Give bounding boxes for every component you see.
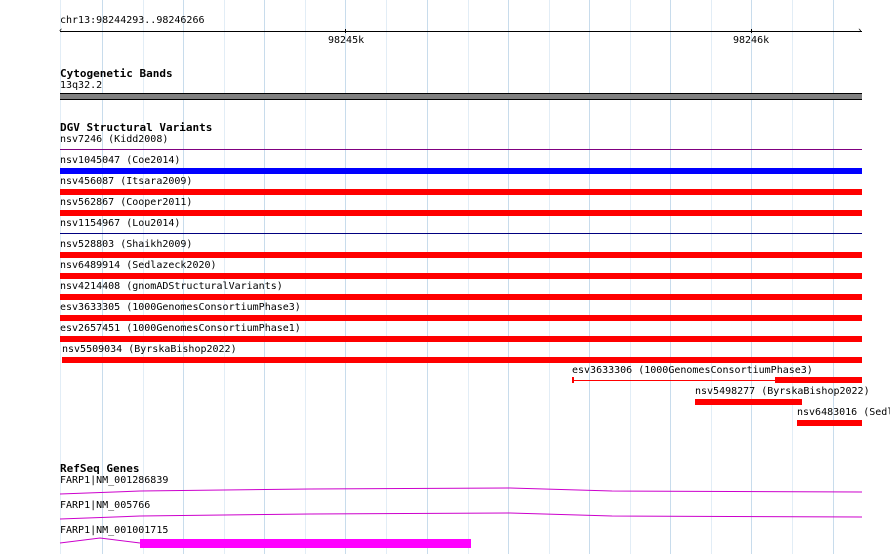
gene-intron[interactable] — [59, 537, 141, 544]
gene-intron[interactable] — [59, 487, 863, 495]
gene-intron[interactable] — [59, 512, 863, 520]
gene-exon[interactable] — [140, 539, 471, 548]
gene-models — [59, 487, 863, 548]
